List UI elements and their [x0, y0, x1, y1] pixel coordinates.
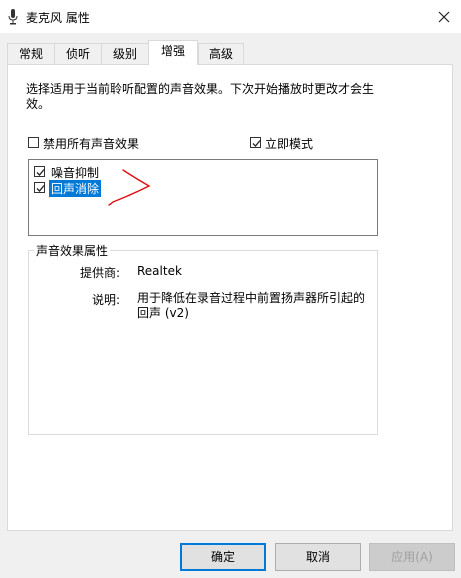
tab-general[interactable]: 常规	[7, 43, 55, 64]
effect-description-value: 用于降低在录音过程中前置扬声器所引起的回声 (v2)	[137, 291, 366, 320]
title-bar: 麦克风 属性	[0, 0, 461, 33]
disable-all-checkbox[interactable]	[28, 137, 39, 148]
properties-group-title: 声音效果属性	[34, 242, 111, 259]
tab-listen[interactable]: 侦听	[54, 43, 102, 64]
effect-checkbox-echo-cancellation[interactable]	[34, 182, 45, 193]
immediate-mode-label: 立即模式	[265, 137, 314, 151]
apply-button[interactable]: 应用(A)	[369, 543, 455, 571]
enhancements-description: 选择适用于当前聆听配置的声音效果。下次开始播放时更改才会生效。	[26, 82, 375, 111]
red-annotation-arrow	[108, 169, 151, 206]
window-title: 麦克风 属性	[26, 11, 90, 25]
tab-levels[interactable]: 级别	[101, 43, 149, 64]
tab-strip: 常规 侦听 级别 增强 高级	[0, 40, 461, 65]
effect-label-echo-cancellation[interactable]: 回声消除	[49, 180, 102, 197]
immediate-mode-checkbox[interactable]	[250, 137, 261, 148]
ok-button[interactable]: 确定	[180, 543, 266, 571]
tab-enhancements[interactable]: 增强	[148, 40, 198, 65]
disable-all-label: 禁用所有声音效果	[43, 137, 140, 151]
checkmark-icon	[252, 140, 261, 147]
effect-checkbox-noise-suppression[interactable]	[34, 166, 45, 177]
microphone-icon	[8, 9, 18, 25]
close-button[interactable]	[427, 0, 461, 33]
provider-label: 提供商:	[79, 266, 120, 280]
close-icon	[438, 11, 450, 22]
checkmark-icon	[36, 185, 45, 192]
effect-label-noise-suppression[interactable]: 噪音抑制	[51, 164, 99, 181]
cancel-button[interactable]: 取消	[275, 543, 361, 571]
provider-value: Realtek	[137, 264, 182, 278]
tab-advanced[interactable]: 高级	[198, 43, 244, 64]
effect-description-label: 说明:	[91, 293, 120, 307]
checkmark-icon	[36, 169, 45, 176]
